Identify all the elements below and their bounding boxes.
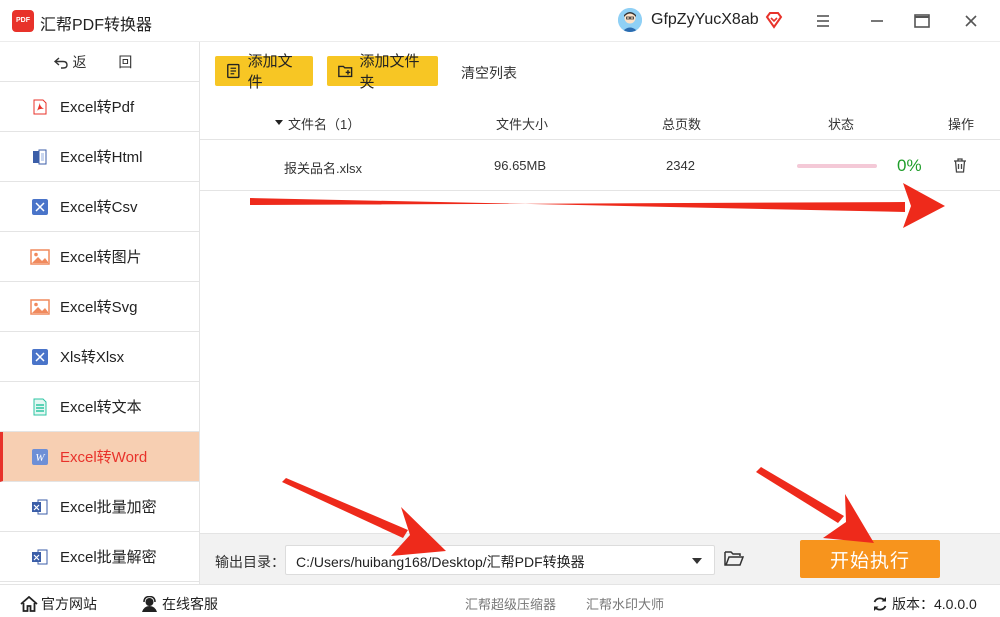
pdf-icon: [30, 97, 50, 117]
online-service-link[interactable]: 在线客服: [141, 594, 218, 614]
output-dir-label: 输出目录：: [215, 554, 285, 570]
add-folder-button[interactable]: 添加文件夹: [327, 53, 438, 91]
online-service-label: 在线客服: [162, 596, 218, 612]
progress-percent: 0%: [897, 156, 922, 175]
sidebar-item-excel-to-html[interactable]: Excel转Html: [0, 132, 199, 182]
minimize-icon[interactable]: [864, 8, 890, 34]
file-size: 96.65MB: [494, 158, 547, 173]
column-header-action: 操作: [948, 117, 975, 132]
sidebar-item-excel-to-svg[interactable]: Excel转Svg: [0, 282, 199, 332]
text-icon: [30, 397, 50, 417]
output-dir-path: C:/Users/huibang168/Desktop/汇帮PDF转换器: [296, 554, 585, 570]
add-folder-label: 添加文件夹: [359, 53, 420, 91]
sidebar-item-excel-batch-decrypt[interactable]: Excel批量解密: [0, 532, 199, 582]
footer: 官方网站 在线客服 汇帮超级压缩器 汇帮水印大师 版本：4.0.0.0: [0, 584, 1000, 617]
add-file-button[interactable]: 添加文件: [215, 53, 313, 91]
official-website-label: 官方网站: [41, 596, 97, 612]
sidebar-item-xls-to-xlsx[interactable]: Xls转Xlsx: [0, 332, 199, 382]
official-website-link[interactable]: 官方网站: [20, 594, 97, 614]
sidebar: 返 回 Excel转Pdf Excel转Html Excel转Csv Excel…: [0, 42, 200, 584]
column-header-filename[interactable]: 文件名（1）: [288, 114, 360, 133]
sidebar-item-label: Excel转Word: [60, 449, 148, 466]
column-header-status: 状态: [828, 117, 855, 132]
word-icon: W: [30, 447, 50, 467]
menu-icon[interactable]: [810, 8, 836, 34]
clear-list-button[interactable]: 清空列表: [461, 63, 517, 83]
watermark-link[interactable]: 汇帮水印大师: [586, 594, 664, 613]
start-button[interactable]: 开始执行: [800, 540, 940, 578]
sidebar-item-label: Excel转Svg: [60, 299, 138, 316]
svg-icon: [30, 297, 50, 317]
xlsx-icon: [30, 347, 50, 367]
add-folder-icon: [338, 65, 353, 78]
sidebar-item-label: Xls转Xlsx: [60, 349, 125, 366]
table-row: 报关品名.xlsx 96.65MB 2342 0%: [200, 141, 1000, 191]
page-count: 2342: [666, 158, 695, 173]
progress-bar: [797, 164, 877, 168]
file-name: 报关品名.xlsx: [284, 161, 363, 176]
title-bar: PDF 汇帮PDF转换器 GfpZyYucX8ab: [0, 0, 1000, 42]
sidebar-item-label: Excel转Html: [60, 149, 143, 166]
encrypt-icon: [30, 497, 50, 517]
username[interactable]: GfpZyYucX8ab: [651, 11, 759, 29]
compressor-link[interactable]: 汇帮超级压缩器: [465, 594, 556, 613]
column-header-pages: 总页数: [662, 117, 702, 132]
maximize-icon[interactable]: [909, 8, 935, 34]
vip-diamond-icon[interactable]: [765, 11, 783, 32]
sidebar-item-excel-batch-encrypt[interactable]: Excel批量加密: [0, 482, 199, 532]
output-dir-select[interactable]: C:/Users/huibang168/Desktop/汇帮PDF转换器: [285, 545, 715, 575]
home-icon: [20, 596, 38, 612]
version-label: 版本：4.0.0.0: [892, 596, 977, 612]
sort-arrow-icon[interactable]: [274, 114, 284, 130]
sidebar-item-excel-to-image[interactable]: Excel转图片: [0, 232, 199, 282]
sidebar-item-excel-to-pdf[interactable]: Excel转Pdf: [0, 82, 199, 132]
sidebar-item-label: Excel转图片: [60, 249, 142, 266]
sidebar-item-label: Excel转Csv: [60, 199, 138, 216]
column-header-size: 文件大小: [496, 117, 549, 132]
back-button[interactable]: 返 回: [0, 42, 199, 82]
csv-icon: [30, 197, 50, 217]
sidebar-item-label: Excel批量加密: [60, 499, 157, 516]
image-icon: [30, 247, 50, 267]
sidebar-item-excel-to-text[interactable]: Excel转文本: [0, 382, 199, 432]
svg-text:W: W: [35, 452, 45, 464]
sidebar-item-label: Excel批量解密: [60, 549, 157, 566]
add-file-label: 添加文件: [247, 53, 293, 91]
toolbar: 添加文件 添加文件夹 清空列表: [200, 42, 1000, 102]
refresh-icon: [873, 597, 887, 611]
sidebar-item-label: Excel转Pdf: [60, 99, 135, 116]
sidebar-item-label: Excel转文本: [60, 399, 142, 416]
decrypt-icon: [30, 547, 50, 567]
add-file-icon: [227, 63, 240, 79]
file-table-header: 文件名（1） 文件大小 总页数 状态 操作: [200, 102, 1000, 140]
open-folder-icon[interactable]: [724, 549, 745, 570]
chevron-down-icon[interactable]: [692, 558, 702, 564]
arrow-to-start-button: [756, 467, 874, 543]
version-info[interactable]: 版本：4.0.0.0: [872, 594, 977, 614]
sidebar-item-excel-to-csv[interactable]: Excel转Csv: [0, 182, 199, 232]
back-label: 返 回: [72, 53, 147, 70]
delete-icon[interactable]: [952, 157, 968, 176]
app-logo-icon: PDF: [12, 10, 34, 32]
html-icon: [30, 147, 50, 167]
app-title: 汇帮PDF转换器: [40, 17, 153, 34]
back-arrow-icon: [53, 56, 68, 69]
customer-service-icon: [142, 596, 157, 612]
close-icon[interactable]: [958, 8, 984, 34]
user-avatar[interactable]: [618, 8, 642, 32]
sidebar-item-excel-to-word[interactable]: W Excel转Word: [0, 432, 199, 482]
output-bar: 输出目录： C:/Users/huibang168/Desktop/汇帮PDF转…: [200, 533, 1000, 584]
